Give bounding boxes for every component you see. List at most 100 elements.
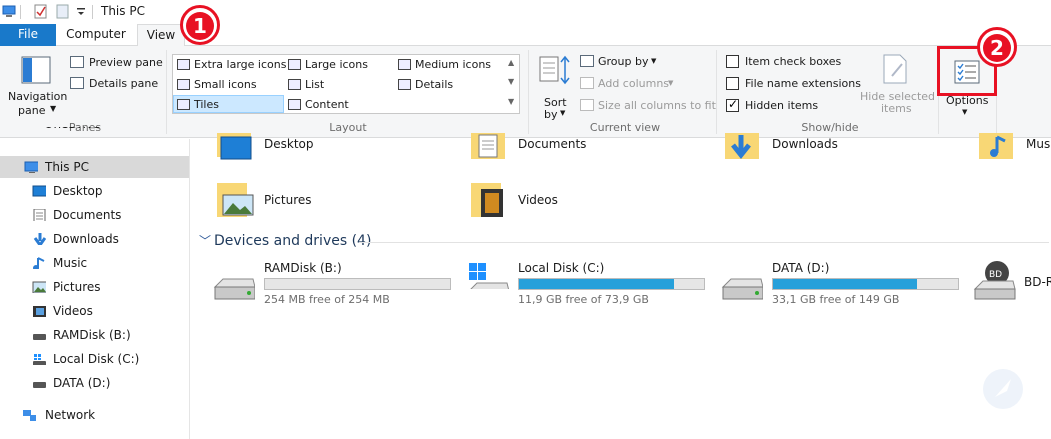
nav-item-network[interactable]: Network xyxy=(0,404,189,426)
drive-icon xyxy=(33,382,46,388)
folder-name: Videos xyxy=(518,193,558,207)
nav-item-documents[interactable]: Documents xyxy=(0,204,189,226)
chevron-down-icon: ﹀ xyxy=(199,234,212,248)
medium-icons-icon xyxy=(398,59,411,70)
hidden-items-checkbox[interactable] xyxy=(726,97,739,112)
music-folder-icon xyxy=(979,133,1013,159)
drive-name: BD-ROM xyxy=(1024,275,1051,289)
layout-extra-large-icons[interactable]: Extra large icons xyxy=(174,56,286,74)
drive-tile-bd-rom[interactable]: BD BD-ROM xyxy=(973,257,1051,307)
sort-icon xyxy=(539,55,570,85)
drive-tile-local-disk[interactable]: Local Disk (C:) 11,9 GB free of 73,9 GB xyxy=(467,259,717,309)
ribbon: Navigation pane ▼ Preview pane Details p… xyxy=(0,46,1051,138)
add-columns-label: Add columns xyxy=(598,77,670,90)
gallery-scroll-up-icon[interactable]: ▲ xyxy=(508,58,514,67)
folder-tile-pictures[interactable]: Pictures xyxy=(215,181,415,221)
folder-tile-videos[interactable]: Videos xyxy=(469,181,669,221)
properties-icon[interactable] xyxy=(34,4,48,19)
windows-drive-icon xyxy=(469,263,509,289)
watermark-logo-icon xyxy=(983,369,1023,409)
navigation-pane-icon xyxy=(21,56,51,84)
devices-header-label: Devices and drives (4) xyxy=(214,233,372,249)
nav-item-local-disk[interactable]: Local Disk (C:) xyxy=(0,348,189,370)
navigation-pane-button[interactable]: Navigation pane ▼ xyxy=(4,52,68,118)
nav-item-data-drive[interactable]: DATA (D:) xyxy=(0,372,189,394)
layout-medium-icons[interactable]: Medium icons xyxy=(395,56,505,74)
size-columns-icon xyxy=(580,99,594,111)
drive-icon xyxy=(33,334,46,340)
layout-list[interactable]: List xyxy=(285,76,393,94)
videos-folder-icon xyxy=(471,183,503,217)
sort-by-button[interactable]: Sort by ▼ xyxy=(536,52,574,121)
chevron-down-icon: ▼ xyxy=(651,57,657,65)
folder-tile-music[interactable]: Music xyxy=(977,133,1051,167)
folder-tile-downloads[interactable]: Downloads xyxy=(723,133,923,167)
downloads-icon xyxy=(33,233,46,245)
extra-large-icons-icon xyxy=(177,59,190,70)
hard-drive-icon xyxy=(721,278,763,300)
navigation-pane: OneDrive This PC Desktop Documents Downl… xyxy=(0,127,190,439)
new-folder-icon[interactable] xyxy=(56,4,70,19)
hidden-items-toggle[interactable]: Hidden items xyxy=(726,97,826,115)
preview-pane-icon xyxy=(70,56,84,68)
drive-usage-bar xyxy=(772,278,959,290)
file-name-extensions-label: File name extensions xyxy=(745,77,861,90)
folder-name: Music xyxy=(1026,137,1051,151)
group-by-label: Group by xyxy=(598,55,649,68)
item-check-boxes-toggle[interactable]: Item check boxes xyxy=(726,55,846,71)
devices-section-header[interactable]: ﹀ Devices and drives (4) xyxy=(199,232,1049,252)
drive-usage-bar xyxy=(518,278,705,290)
hard-drive-icon xyxy=(213,278,255,300)
folder-tile-desktop[interactable]: Desktop xyxy=(215,133,415,167)
file-name-extensions-checkbox[interactable] xyxy=(726,77,739,90)
details-pane-button[interactable]: Details pane xyxy=(70,75,162,93)
preview-pane-label: Preview pane xyxy=(89,56,163,69)
size-all-columns-label: Size all columns to fit xyxy=(598,99,716,112)
size-all-columns-button: Size all columns to fit xyxy=(580,98,716,114)
gallery-scroll-down-icon[interactable]: ▼ xyxy=(508,77,514,86)
nav-item-this-pc[interactable]: This PC xyxy=(0,156,189,178)
folder-tile-documents[interactable]: Documents xyxy=(469,133,669,167)
layout-large-icons[interactable]: Large icons xyxy=(285,56,393,74)
preview-pane-button[interactable]: Preview pane xyxy=(70,54,163,72)
tab-file[interactable]: File xyxy=(0,24,56,46)
nav-item-ramdisk[interactable]: RAMDisk (B:) xyxy=(0,324,189,346)
details-pane-label: Details pane xyxy=(89,77,159,90)
add-columns-button: Add columns ▼ xyxy=(580,76,680,92)
nav-item-videos[interactable]: Videos xyxy=(0,300,189,322)
drive-usage-bar xyxy=(264,278,451,290)
file-name-extensions-toggle[interactable]: File name extensions xyxy=(726,77,861,93)
customize-toolbar-icon[interactable] xyxy=(76,4,90,19)
videos-icon xyxy=(33,306,46,317)
music-icon xyxy=(33,257,45,269)
details-icon xyxy=(398,79,411,90)
nav-item-music[interactable]: Music xyxy=(0,252,189,274)
drive-tile-data[interactable]: DATA (D:) 33,1 GB free of 149 GB xyxy=(721,259,971,309)
item-check-boxes-checkbox[interactable] xyxy=(726,55,739,68)
tiles-icon xyxy=(177,99,190,110)
hide-selected-label2: items xyxy=(881,102,912,115)
nav-item-downloads[interactable]: Downloads xyxy=(0,228,189,250)
folder-name: Pictures xyxy=(264,193,312,207)
layout-tiles[interactable]: Tiles xyxy=(173,95,284,113)
tab-computer[interactable]: Computer xyxy=(60,24,132,46)
layout-content[interactable]: Content xyxy=(285,96,393,114)
chevron-down-icon: ▼ xyxy=(962,108,968,116)
drive-name: Local Disk (C:) xyxy=(518,261,605,275)
group-by-button[interactable]: Group by ▼ xyxy=(580,54,680,70)
drive-name: DATA (D:) xyxy=(772,261,830,275)
large-icons-icon xyxy=(288,59,301,70)
downloads-folder-icon xyxy=(725,133,759,160)
documents-icon xyxy=(33,209,46,221)
nav-item-pictures[interactable]: Pictures xyxy=(0,276,189,298)
layout-details[interactable]: Details xyxy=(395,76,505,94)
small-icons-icon xyxy=(177,79,190,90)
nav-item-onedrive[interactable]: OneDrive xyxy=(0,127,189,139)
drive-tile-ramdisk[interactable]: RAMDisk (B:) 254 MB free of 254 MB xyxy=(213,259,463,309)
hidden-items-label: Hidden items xyxy=(745,99,819,112)
layout-small-icons[interactable]: Small icons xyxy=(174,76,284,94)
gallery-expand-icon[interactable]: ▼ xyxy=(508,97,514,106)
tab-view[interactable]: View xyxy=(137,24,185,47)
chevron-down-icon: ▼ xyxy=(50,104,57,113)
nav-item-desktop[interactable]: Desktop xyxy=(0,180,189,202)
